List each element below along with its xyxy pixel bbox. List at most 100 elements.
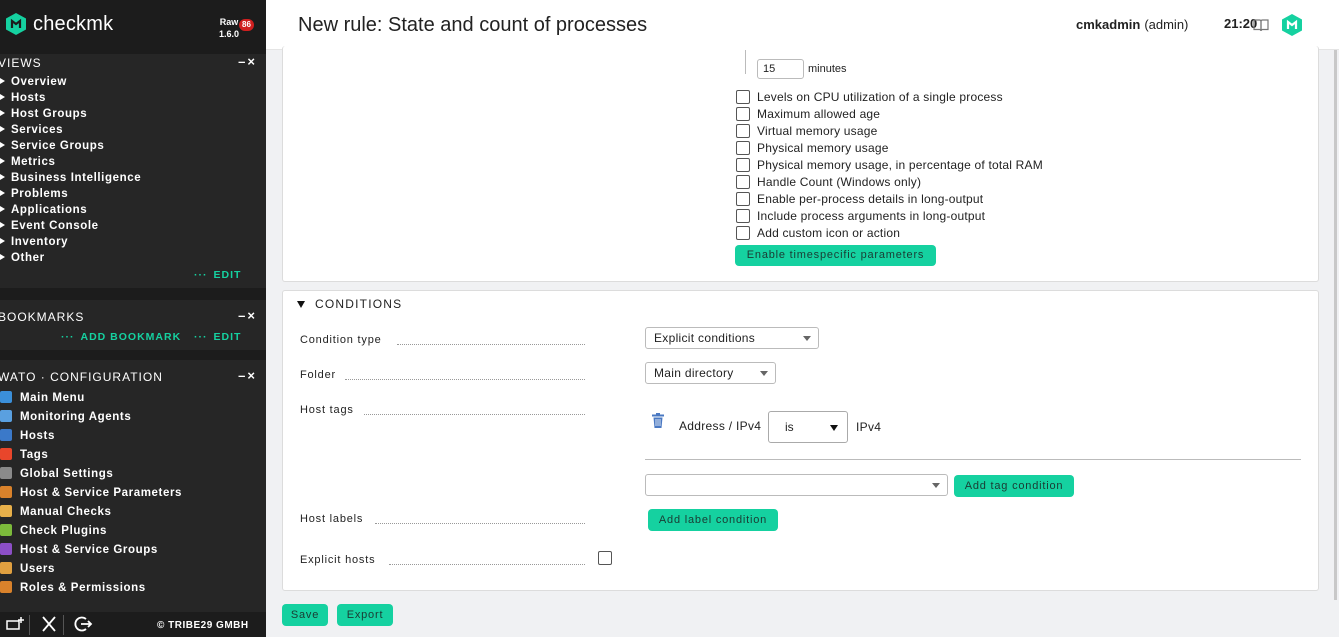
wato-item-users[interactable]: Users — [0, 562, 55, 575]
scrollbar-thumb[interactable] — [1334, 50, 1337, 600]
wato-item-label: Roles & Permissions — [20, 582, 146, 594]
sidebar-view-inventory[interactable]: Inventory — [0, 236, 68, 248]
parameter-checkbox[interactable] — [736, 124, 750, 138]
sidebar-view-overview[interactable]: Overview — [0, 76, 67, 88]
parameter-option-label: Handle Count (Windows only) — [757, 175, 922, 189]
sidebar-view-services[interactable]: Services — [0, 124, 63, 136]
users-icon — [0, 562, 12, 574]
minutes-input[interactable] — [757, 59, 804, 79]
parameter-option-row[interactable]: Physical memory usage, in percentage of … — [736, 158, 1043, 172]
folder-select[interactable]: Main directory — [645, 362, 776, 384]
wato-item-monitoring-agents[interactable]: Monitoring Agents — [0, 410, 131, 423]
user-info[interactable]: cmkadmin (admin) — [1076, 17, 1188, 32]
wato-item-tags[interactable]: Tags — [0, 448, 48, 461]
parameter-option-row[interactable]: Enable per-process details in long-outpu… — [736, 192, 983, 206]
triangle-right-icon — [0, 190, 5, 196]
roles-icon — [0, 581, 12, 593]
logout-button[interactable] — [72, 615, 98, 635]
sidebar-view-label: Host Groups — [11, 108, 88, 120]
add-bookmark-link[interactable]: ··· ADD BOOKMARK — [61, 331, 181, 343]
explicit-hosts-checkbox[interactable] — [598, 551, 612, 565]
sidebar-footer: © TRIBE29 GMBH — [0, 612, 266, 637]
parameter-option-label: Physical memory usage, in percentage of … — [757, 158, 1043, 172]
sidebar-view-metrics[interactable]: Metrics — [0, 156, 55, 168]
checkmk-logo-icon[interactable] — [6, 13, 26, 35]
parameter-checkbox[interactable] — [736, 192, 750, 206]
user-role: (admin) — [1144, 17, 1189, 32]
wato-item-manual-checks[interactable]: Manual Checks — [0, 505, 112, 518]
parameter-option-row[interactable]: Virtual memory usage — [736, 124, 878, 138]
parameter-option-row[interactable]: Levels on CPU utilization of a single pr… — [736, 90, 1003, 104]
tools-button[interactable] — [38, 615, 64, 635]
bookmarks-edit-link[interactable]: ··· EDIT — [194, 331, 241, 343]
parameter-option-row[interactable]: Handle Count (Windows only) — [736, 175, 921, 189]
parameter-checkbox[interactable] — [736, 158, 750, 172]
wato-item-host-service-groups[interactable]: Host & Service Groups — [0, 543, 158, 556]
trash-icon[interactable] — [652, 413, 664, 428]
parameter-checkbox[interactable] — [736, 141, 750, 155]
wato-item-label: Main Menu — [20, 392, 85, 404]
sidebar-view-event-console[interactable]: Event Console — [0, 220, 99, 232]
sidebar-view-other[interactable]: Other — [0, 252, 45, 264]
sidebar-view-label: Metrics — [11, 156, 56, 168]
triangle-right-icon — [0, 238, 5, 244]
parameter-option-row[interactable]: Include process arguments in long-output — [736, 209, 985, 223]
explicit-hosts-dots — [389, 564, 585, 565]
book-icon[interactable] — [1253, 18, 1269, 32]
sidebar-view-problems[interactable]: Problems — [0, 188, 68, 200]
views-snapin-controls[interactable]: –× — [238, 54, 257, 69]
home-icon — [0, 391, 12, 403]
bookmarks-snapin-controls[interactable]: –× — [238, 308, 257, 323]
parameter-option-label: Include process arguments in long-output — [757, 209, 986, 223]
wato-snapin-controls[interactable]: –× — [238, 368, 257, 383]
parameter-option-row[interactable]: Add custom icon or action — [736, 226, 900, 240]
wato-item-global-settings[interactable]: Global Settings — [0, 467, 113, 480]
sidebar-view-label: Business Intelligence — [11, 172, 142, 184]
add-snapin-button[interactable] — [4, 615, 30, 635]
checkmk-header-icon[interactable] — [1282, 14, 1302, 36]
tag-value: IPv4 — [856, 420, 882, 434]
chevron-down-icon — [932, 483, 940, 488]
parameter-option-row[interactable]: Maximum allowed age — [736, 107, 880, 121]
sidebar-view-host-groups[interactable]: Host Groups — [0, 108, 87, 120]
host-labels-label: Host labels — [300, 513, 364, 525]
add-label-condition-button[interactable]: Add label condition — [648, 509, 778, 531]
enable-timespecific-button[interactable]: Enable timespecific parameters — [735, 245, 936, 266]
tag-icon — [0, 448, 12, 460]
logout-icon — [74, 616, 93, 632]
save-button[interactable]: Save — [282, 604, 328, 626]
sidebar-view-business-intelligence[interactable]: Business Intelligence — [0, 172, 141, 184]
wato-item-hosts[interactable]: Hosts — [0, 429, 55, 442]
parameter-checkbox[interactable] — [736, 209, 750, 223]
tag-operator-select[interactable]: is — [768, 411, 848, 443]
wato-item-roles-permissions[interactable]: Roles & Permissions — [0, 581, 146, 594]
bookmarks-snapin-header: BOOKMARKS –× — [0, 308, 266, 324]
wato-item-main-menu[interactable]: Main Menu — [0, 391, 85, 404]
parameter-option-row[interactable]: Physical memory usage — [736, 141, 889, 155]
parameter-checkbox[interactable] — [736, 90, 750, 104]
wato-item-host-service-parameters[interactable]: Host & Service Parameters — [0, 486, 182, 499]
triangle-right-icon — [0, 78, 5, 84]
wato-item-check-plugins[interactable]: Check Plugins — [0, 524, 107, 537]
views-snapin-header: VIEWS –× — [0, 54, 266, 70]
page-scrollbar[interactable] — [1333, 50, 1339, 600]
notification-badge[interactable]: 86 — [239, 19, 254, 31]
parameter-option-label: Enable per-process details in long-outpu… — [757, 192, 984, 206]
sidebar-view-service-groups[interactable]: Service Groups — [0, 140, 104, 152]
wato-item-label: Global Settings — [20, 468, 114, 480]
export-button[interactable]: Export — [337, 604, 393, 626]
tag-group-select[interactable] — [645, 474, 948, 496]
parameter-checkbox[interactable] — [736, 226, 750, 240]
host-labels-dots — [375, 523, 585, 524]
add-tag-condition-button[interactable]: Add tag condition — [954, 475, 1074, 497]
condition-type-select[interactable]: Explicit conditions — [645, 327, 819, 349]
parameter-checkbox[interactable] — [736, 175, 750, 189]
sidebar-view-hosts[interactable]: Hosts — [0, 92, 46, 104]
sidebar-view-applications[interactable]: Applications — [0, 204, 87, 216]
views-title: VIEWS — [0, 56, 42, 70]
conditions-header[interactable]: CONDITIONS — [297, 297, 402, 311]
wato-title: WATO · CONFIGURATION — [0, 370, 163, 384]
views-edit-link[interactable]: ··· EDIT — [194, 269, 241, 281]
triangle-right-icon — [0, 158, 5, 164]
parameter-checkbox[interactable] — [736, 107, 750, 121]
